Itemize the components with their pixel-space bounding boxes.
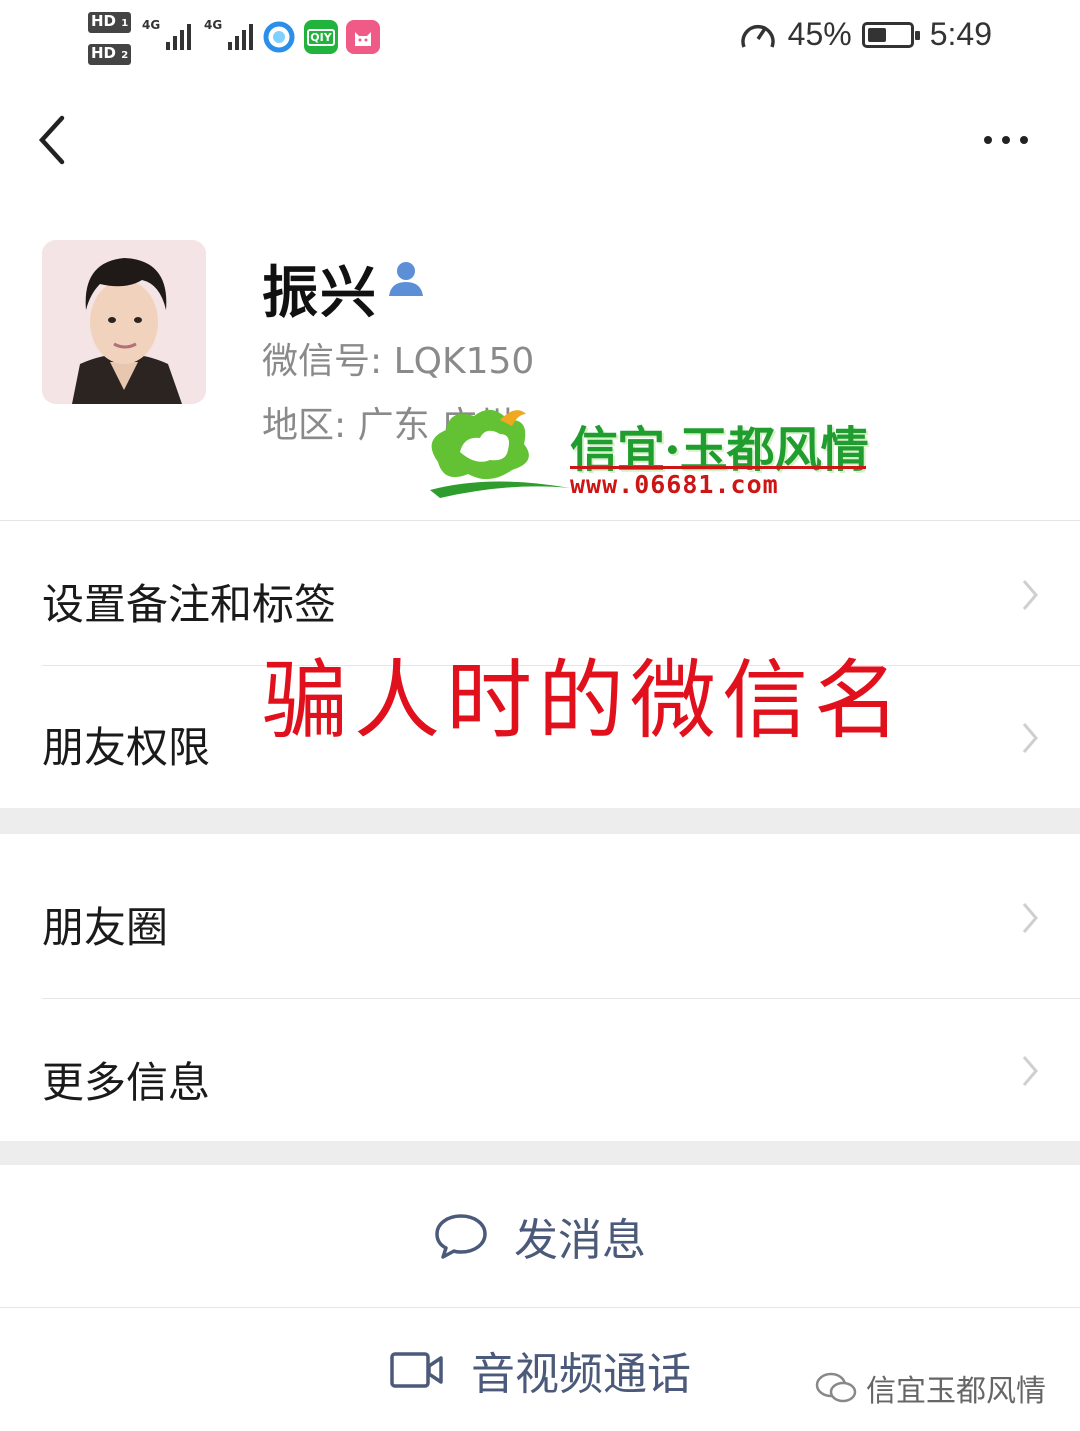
speed-percent: 45%	[787, 16, 852, 52]
chevron-left-icon	[38, 115, 65, 165]
sim2-indicator: HD 2	[88, 44, 132, 65]
chevron-right-icon	[1022, 723, 1038, 753]
signal-icon: 4G	[142, 18, 192, 50]
wechat-id: 微信号: LQK150	[262, 341, 535, 382]
row-more-info[interactable]: 更多信息	[0, 999, 1080, 1141]
browser-icon	[262, 20, 296, 54]
chat-bubble-icon	[435, 1214, 487, 1259]
section-gap	[0, 808, 1080, 834]
send-message-button[interactable]: 发消息	[0, 1165, 1080, 1307]
site-watermark: 信宜·玉都风情 www.06681.com	[420, 400, 870, 505]
row-moments[interactable]: 朋友圈	[0, 834, 1080, 998]
person-icon	[386, 258, 426, 302]
wechat-icon	[815, 1372, 857, 1403]
sim1-indicator: HD 1	[88, 12, 132, 33]
contact-name: 振兴	[262, 261, 378, 326]
watermark-logo	[430, 409, 570, 498]
row-label: 设置备注和标签	[42, 580, 337, 629]
chevron-right-icon	[1022, 903, 1038, 933]
clock: 5:49	[929, 16, 992, 52]
row-label: 更多信息	[42, 1058, 211, 1107]
section-gap	[0, 1141, 1080, 1165]
battery-icon	[861, 21, 920, 48]
footer-brand: 信宜玉都风情	[866, 1374, 1046, 1409]
video-camera-icon	[390, 1351, 443, 1388]
annotation-overlay: 骗人时的微信名	[262, 651, 906, 751]
chevron-right-icon	[1022, 1056, 1038, 1086]
status-bar: HD 1 HD 2 4G 4G QIY 45% 5:49	[0, 0, 1080, 80]
video-call-label: 音视频通话	[471, 1348, 691, 1400]
more-button[interactable]	[984, 125, 1034, 155]
signal-icon-2: 4G	[204, 18, 254, 50]
send-message-label: 发消息	[514, 1215, 646, 1266]
row-label: 朋友权限	[42, 723, 211, 772]
footer-watermark: 信宜玉都风情	[814, 1366, 1046, 1410]
watermark-url: www.06681.com	[570, 470, 779, 499]
chevron-right-icon	[1022, 580, 1038, 610]
watermark-divider	[570, 466, 866, 469]
back-button[interactable]	[36, 112, 76, 168]
row-label: 朋友圈	[42, 903, 169, 952]
speed-icon	[740, 24, 775, 48]
cat-app-icon	[346, 20, 380, 54]
more-dots-icon	[984, 136, 992, 144]
avatar[interactable]	[42, 240, 206, 404]
iqiyi-icon: QIY	[304, 20, 338, 54]
status-right: 45% 5:49	[738, 16, 992, 53]
